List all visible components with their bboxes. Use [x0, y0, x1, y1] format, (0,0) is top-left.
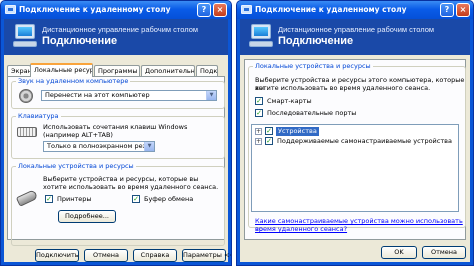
sound-select-value: Перенести на этот компьютер: [45, 91, 150, 99]
printers-checkbox[interactable]: ✓: [45, 195, 53, 203]
tab-local-resources[interactable]: Локальные ресурсы: [30, 63, 93, 77]
computer-icon: [5, 5, 16, 14]
chevron-down-icon[interactable]: ▼: [144, 142, 154, 151]
help-icon[interactable]: ?: [197, 3, 211, 17]
options-button[interactable]: Параметры <<: [182, 249, 231, 262]
window-title: Подключение к удаленному столу: [255, 5, 407, 14]
keyboard-select-value: Только в полноэкранном режиме: [47, 142, 155, 150]
more-button[interactable]: Подробнее...: [58, 210, 116, 223]
local-devices-legend: Локальные устройства и ресурсы: [255, 62, 371, 70]
local-devices-panel: Локальные устройства и ресурсы Выберите …: [244, 59, 466, 240]
smartcards-label: Смарт-карты: [267, 97, 312, 105]
title-bar[interactable]: Подключение к удаленному столу ? ×: [237, 1, 473, 19]
speaker-icon: [19, 89, 33, 103]
expand-icon[interactable]: +: [255, 128, 262, 135]
computer-icon: [241, 5, 252, 14]
pnp-checkbox[interactable]: ✓: [265, 137, 273, 145]
banner-subtitle: Дистанционное управление рабочим столом: [278, 25, 435, 34]
serial-ports-checkbox[interactable]: ✓: [255, 109, 263, 117]
ok-button[interactable]: OK: [381, 246, 417, 259]
smartcards-checkbox[interactable]: ✓: [255, 97, 263, 105]
expand-icon[interactable]: +: [255, 138, 262, 145]
window-title: Подключение к удаленному столу: [19, 5, 171, 14]
banner-subtitle: Дистанционное управление рабочим столом: [42, 25, 199, 34]
keyboard-select[interactable]: Только в полноэкранном режиме ▼: [43, 141, 155, 152]
cancel-button[interactable]: Отмена: [84, 249, 128, 262]
banner-title: Подключение: [42, 35, 118, 47]
sound-select[interactable]: Перенести на этот компьютер ▼: [41, 90, 217, 101]
chevron-down-icon[interactable]: ▼: [206, 91, 216, 100]
help-button[interactable]: Справка: [133, 249, 177, 262]
cancel-button[interactable]: Отмена: [422, 246, 466, 259]
keyboard-text-line1: Использовать сочетания клавиш Windows: [43, 123, 188, 131]
printers-label: Принтеры: [57, 195, 92, 203]
dialog-client: Дистанционное управление рабочим столом …: [240, 19, 470, 262]
clipboard-checkbox[interactable]: ✓: [132, 195, 140, 203]
help-link-line2[interactable]: время удаленного сеанса?: [255, 225, 347, 233]
help-icon[interactable]: ?: [440, 3, 454, 17]
close-icon[interactable]: ×: [456, 3, 470, 17]
clipboard-label: Буфер обмена: [144, 195, 194, 203]
local-devices-window: Подключение к удаленному столу ? × Диста…: [236, 0, 474, 266]
computer-icon: [246, 24, 274, 50]
sound-legend: Звук на удаленном компьютере: [18, 77, 129, 85]
computer-icon: [10, 24, 38, 50]
title-bar[interactable]: Подключение к удаленному столу ? ×: [1, 1, 231, 19]
close-icon[interactable]: ×: [213, 3, 227, 17]
keyboard-legend: Клавиатура: [18, 112, 59, 120]
local-text-line2: хотите использовать во время удаленного …: [255, 84, 431, 92]
local-devices-legend: Локальные устройства и ресурсы: [18, 162, 134, 170]
serial-ports-label: Последовательные порты: [267, 109, 357, 117]
dialog-client: Дистанционное управление рабочим столом …: [4, 19, 231, 262]
device-tree: + ✓ Устройства + ✓ Поддерживаемые самона…: [251, 124, 459, 212]
local-resources-panel: Звук на удаленном компьютере Перенести н…: [7, 76, 225, 246]
banner: Дистанционное управление рабочим столом …: [4, 19, 228, 55]
rdp-options-window: Подключение к удаленному столу ? × Диста…: [0, 0, 232, 266]
local-text-line1: Выберите устройства и ресурсы, которые в…: [43, 175, 199, 183]
local-text-line2: хотите использовать во время удаленного …: [43, 183, 219, 191]
banner: Дистанционное управление рабочим столом …: [240, 19, 470, 55]
tree-item-devices[interactable]: Устройства: [276, 127, 319, 136]
connect-button[interactable]: Подключить: [35, 249, 79, 262]
banner-title: Подключение: [278, 35, 354, 47]
devices-checkbox[interactable]: ✓: [265, 127, 273, 135]
keyboard-icon: [17, 127, 37, 137]
tree-item-pnp[interactable]: Поддерживаемые самонастраиваемые устройс…: [277, 137, 452, 146]
keyboard-text-line2: (например ALT+TAB): [43, 131, 113, 139]
